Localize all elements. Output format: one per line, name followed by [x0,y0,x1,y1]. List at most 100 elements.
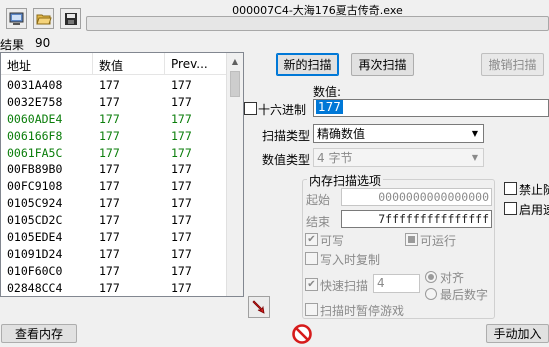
table-row[interactable]: 00FB89B0 177 177 [1,162,243,179]
new-scan-button[interactable]: 新的扫描 [276,53,339,76]
address-cell: 0032E758 [7,94,63,109]
address-cell: 00FC9108 [7,179,63,194]
last-digits-radio[interactable] [425,288,437,300]
previous-value-cell: 177 [171,111,192,126]
list-rows: 0031A408 177 177 0032E758 177 177 0060ADE4 177 1… [1,75,243,296]
add-selected-to-list-button[interactable] [248,296,270,318]
hex-label: 十六进制 [258,103,307,117]
value-cell: 177 [99,213,120,228]
fast-scan-checkbox[interactable]: ✔ [305,278,318,291]
no-entry-icon [292,324,312,344]
previous-value-cell: 177 [171,213,192,228]
list-scrollbar[interactable]: ▲ [226,53,243,296]
arrow-down-right-icon [252,300,265,314]
value-cell: 177 [99,196,120,211]
scan-progress-bar [86,16,549,31]
fast-scan-label: 快速扫描 [320,279,369,293]
table-row[interactable]: 01091D24 177 177 [1,247,243,264]
save-file-button[interactable] [60,8,81,29]
table-row[interactable]: 0105EDE4 177 177 [1,230,243,247]
value-input[interactable]: 177 [313,99,549,117]
stop-address-input[interactable]: 7fffffffffffffff [341,210,492,228]
alignment-label: 对齐 [440,271,465,285]
start-address-input[interactable]: 0000000000000000 [341,188,492,206]
previous-value-cell: 177 [171,78,192,92]
copy-on-write-label: 写入时复制 [320,253,381,267]
disable-random-checkbox[interactable] [504,182,517,195]
open-folder-icon [35,14,52,24]
column-header-value[interactable]: 数值 [93,53,165,75]
table-row[interactable]: 006166F8 177 177 [1,129,243,146]
address-cell: 006166F8 [7,128,63,143]
value-cell: 177 [99,263,120,278]
next-scan-button[interactable]: 再次扫描 [351,53,414,76]
enable-speedhack-label: 启用速 [519,203,549,217]
table-row[interactable]: 0032E758 177 177 [1,95,243,112]
previous-value-cell: 177 [171,196,192,211]
manual-add-address-button[interactable]: 手动加入 [486,324,549,343]
list-header: 地址 数值 Prev... [1,53,243,75]
undo-scan-button[interactable]: 撤销扫描 [481,53,544,76]
copy-on-write-checkbox[interactable] [305,252,318,265]
last-digits-label: 最后数字 [440,288,489,302]
scan-type-label: 扫描类型 [262,129,311,143]
previous-value-cell: 177 [171,179,192,194]
pause-game-checkbox[interactable] [305,303,318,316]
table-row[interactable]: 0031A408 177 177 [1,78,243,95]
writable-label: 可写 [320,234,345,248]
open-file-button[interactable] [33,8,54,29]
alignment-radio[interactable] [425,271,437,283]
stop-clear-list-button[interactable] [292,324,312,344]
scan-type-value: 精确数值 [317,127,366,141]
address-cell: 0105C924 [7,196,63,211]
scrollbar-thumb[interactable] [230,71,240,97]
value-type-value: 4 字节 [317,151,353,165]
start-address-label: 起始 [306,193,331,207]
scan-type-select[interactable]: 精确数值 ▼ [313,124,484,143]
hex-checkbox[interactable] [244,102,257,115]
executable-label: 可运行 [420,234,457,248]
value-cell: 177 [99,230,120,245]
fast-scan-input[interactable]: 4 [373,274,420,293]
select-process-button[interactable] [6,8,27,29]
address-cell: 0031A408 [7,78,63,92]
value-cell: 177 [99,179,120,194]
previous-value-cell: 177 [171,230,192,245]
writable-checkbox[interactable]: ✔ [305,233,318,246]
chevron-down-icon: ▼ [471,153,479,162]
table-row[interactable]: 010F60C0 177 177 [1,264,243,281]
previous-value-cell: 177 [171,94,192,109]
address-cell: 0060ADE4 [7,111,63,126]
address-cell: 0105EDE4 [7,230,63,245]
table-row[interactable]: 02848CC4 177 177 [1,280,243,296]
value-cell: 177 [99,145,120,160]
scroll-up-arrow-icon[interactable]: ▲ [227,53,243,70]
view-memory-button[interactable]: 查看内存 [1,324,77,343]
column-header-previous[interactable]: Prev... [165,53,227,75]
previous-value-cell: 177 [171,162,192,177]
results-label: 结果 [0,38,25,52]
address-cell: 010F60C0 [7,263,63,278]
value-type-select[interactable]: 4 字节 ▼ [313,148,484,167]
table-row[interactable]: 0060ADE4 177 177 [1,112,243,129]
previous-value-cell: 177 [171,280,192,295]
found-address-list[interactable]: 地址 数值 Prev... 0031A408 177 177 0032E758 177 1… [0,52,244,297]
value-label: 数值: [313,85,342,99]
address-cell: 0105CD2C [7,213,63,228]
address-cell: 02848CC4 [7,280,63,295]
table-row[interactable]: 0061FA5C 177 177 [1,146,243,163]
save-disk-icon [64,12,77,25]
value-cell: 177 [99,280,120,295]
executable-checkbox[interactable] [405,233,418,246]
address-cell: 00FB89B0 [7,162,63,177]
table-row[interactable]: 0105C924 177 177 [1,196,243,213]
table-row[interactable]: 00FC9108 177 177 [1,179,243,196]
disable-random-label: 禁止随 [519,183,549,197]
column-header-address[interactable]: 地址 [1,53,93,75]
value-type-label: 数值类型 [262,153,311,167]
enable-speedhack-checkbox[interactable] [504,202,517,215]
table-row[interactable]: 0105CD2C 177 177 [1,213,243,230]
value-cell: 177 [99,78,120,92]
value-cell: 177 [99,128,120,143]
value-input-text: 177 [316,100,343,114]
